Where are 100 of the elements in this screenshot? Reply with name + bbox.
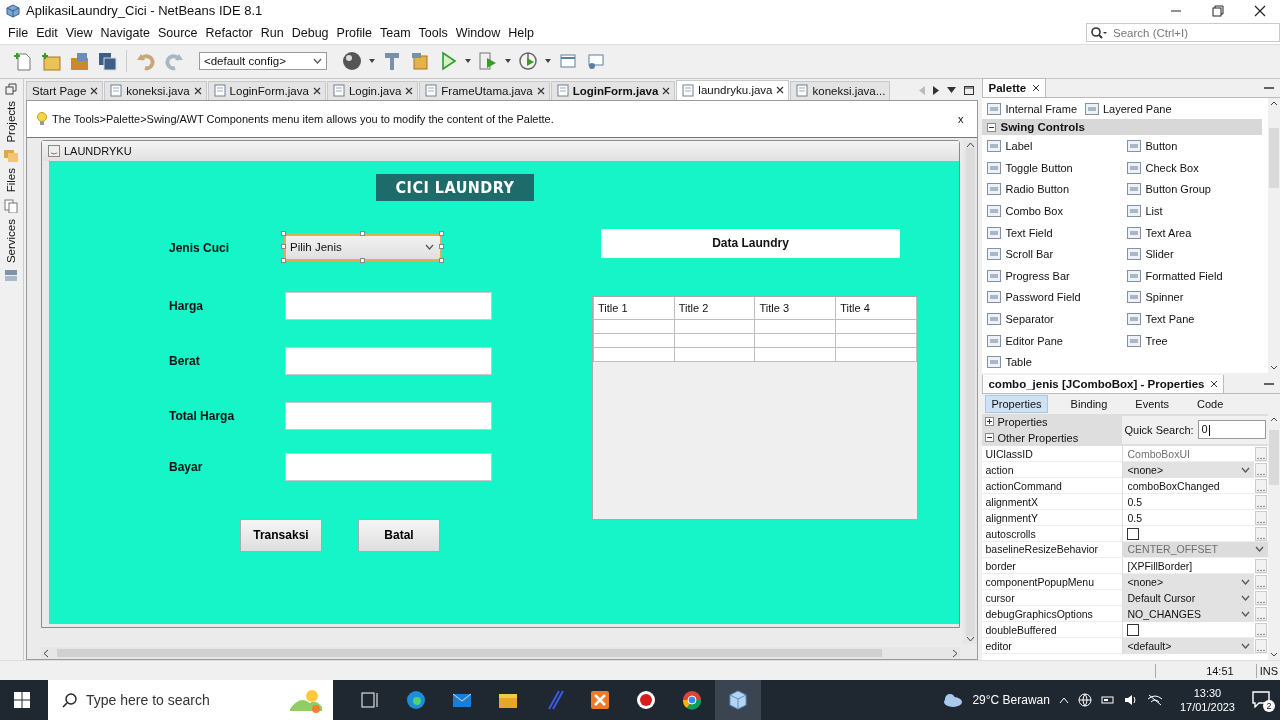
more-button[interactable] [1255, 574, 1267, 589]
palette-item[interactable]: Button [1127, 135, 1268, 158]
new-project-icon[interactable] [40, 50, 62, 73]
record-icon[interactable] [635, 689, 657, 711]
more-button[interactable] [1255, 446, 1267, 461]
resize-handle[interactable] [359, 230, 365, 236]
speaker-icon[interactable] [1123, 694, 1138, 706]
palette-item[interactable]: Combo Box [987, 200, 1128, 222]
menu-item[interactable]: Edit [32, 25, 62, 40]
more-button[interactable] [1255, 478, 1267, 493]
close-icon[interactable] [90, 86, 99, 95]
close-icon[interactable] [536, 86, 545, 95]
clock[interactable]: 13:30 17/01/2023 [1179, 686, 1235, 714]
resize-handle[interactable] [438, 230, 444, 236]
palette-item[interactable]: List [1127, 200, 1268, 222]
network-off-icon[interactable] [1146, 694, 1163, 706]
palette-item[interactable]: Text Area [1127, 221, 1268, 244]
menu-item[interactable]: Team [376, 25, 415, 40]
close-icon[interactable] [405, 86, 414, 95]
palette-item[interactable]: Layered Pane [1085, 97, 1268, 120]
menu-item[interactable]: Navigate [96, 25, 154, 40]
windows-icon[interactable] [14, 692, 30, 708]
menu-item[interactable]: Window [451, 25, 505, 40]
text-field[interactable] [284, 291, 492, 320]
cube-icon[interactable] [727, 689, 749, 711]
minimize-icon[interactable] [1264, 381, 1274, 386]
palette-item[interactable]: Check Box [1127, 157, 1268, 179]
palette-item[interactable]: Formatted Field [1127, 265, 1268, 287]
side-tab[interactable]: Services [5, 218, 18, 263]
menu-item[interactable]: File [4, 25, 33, 40]
server-icon[interactable] [4, 268, 19, 283]
palette-category[interactable]: Swing Controls [982, 119, 1262, 136]
palette-item[interactable]: Progress Bar [987, 265, 1128, 287]
app-icon[interactable] [589, 689, 611, 711]
editor-tab[interactable]: koneksi.java... [790, 80, 891, 100]
menu-item[interactable]: Tools [414, 25, 452, 40]
resize-handle[interactable] [438, 244, 444, 250]
menu-item[interactable]: Run [256, 25, 288, 40]
profile-icon[interactable] [517, 50, 539, 73]
close-icon[interactable] [662, 86, 671, 95]
palette-item[interactable]: Button Group [1127, 178, 1268, 201]
resize-handle[interactable] [280, 230, 286, 236]
editor-tab[interactable]: LoginForm.java [550, 80, 676, 100]
globe-icon[interactable] [341, 50, 363, 73]
palette-item[interactable]: Label [987, 135, 1128, 158]
combo-box[interactable]: Pilih Jenis [283, 233, 442, 261]
globe-icon[interactable] [1077, 693, 1092, 707]
more-button[interactable] [1255, 462, 1267, 477]
horizontal-scrollbar[interactable] [40, 647, 961, 660]
palette-item[interactable]: Radio Button [987, 178, 1128, 201]
search-field[interactable]: Search (Ctrl+I) [1086, 23, 1280, 43]
more-button[interactable] [1255, 558, 1267, 573]
menu-item[interactable]: Refactor [201, 25, 257, 40]
close-icon[interactable] [312, 86, 321, 95]
close-icon[interactable] [776, 86, 785, 95]
panel-tab[interactable]: Code [1191, 395, 1229, 412]
palette-item[interactable]: Separator [987, 308, 1128, 330]
palette-item[interactable]: Table [987, 351, 1128, 373]
right-arrow-icon[interactable] [933, 85, 940, 95]
checkbox[interactable] [1127, 623, 1140, 636]
close-icon[interactable] [1210, 379, 1219, 388]
palette-item[interactable]: Text Field [987, 221, 1128, 244]
taskbar-search[interactable]: Type here to search [48, 680, 333, 720]
chevron-icon[interactable] [1058, 696, 1069, 704]
more-button[interactable] [1255, 494, 1267, 509]
vertical-scrollbar[interactable] [1268, 413, 1280, 661]
save-icon[interactable] [96, 50, 118, 73]
maximize-icon[interactable] [964, 85, 975, 95]
more-button[interactable] [1255, 622, 1267, 637]
palette-item[interactable]: Password Field [987, 286, 1128, 309]
panel-tab[interactable]: combo_jenis [JComboBox] - Properties [982, 374, 1225, 393]
more-button[interactable] [1255, 590, 1267, 605]
palette-item[interactable]: Editor Pane [987, 329, 1128, 352]
menu-item[interactable]: Source [153, 25, 202, 40]
text-field[interactable] [284, 452, 492, 481]
dropdown-icon[interactable] [505, 59, 511, 64]
checkbox[interactable] [1127, 527, 1140, 540]
form-button[interactable]: Transaksi [239, 518, 322, 552]
clean-build-icon[interactable] [409, 50, 431, 73]
close-icon[interactable] [1032, 83, 1041, 92]
side-tab[interactable]: Files [5, 168, 18, 193]
dropdown-icon[interactable] [369, 59, 375, 64]
restore-icon[interactable] [1212, 5, 1224, 17]
panel-tab[interactable]: Events [1130, 395, 1174, 412]
dropdown-icon[interactable] [545, 59, 551, 64]
files-icon[interactable] [4, 198, 19, 213]
panel-tab[interactable]: Properties [985, 394, 1048, 413]
window-icon[interactable] [5, 82, 18, 95]
more-button[interactable] [1255, 606, 1267, 621]
new-file-icon[interactable] [12, 50, 34, 73]
property-group[interactable]: Properties [982, 413, 1123, 430]
editor-tab[interactable]: FrameUtama.java [419, 80, 550, 100]
palette-item[interactable]: Tree [1127, 329, 1268, 352]
menu-item[interactable]: Help [504, 25, 538, 40]
close-icon[interactable] [1254, 5, 1266, 17]
resize-handle[interactable] [359, 257, 365, 263]
config-dropdown[interactable]: <default config> [199, 52, 327, 71]
search-icon[interactable] [62, 692, 78, 708]
resize-handle[interactable] [280, 244, 286, 250]
dropdown-icon[interactable] [465, 59, 471, 64]
